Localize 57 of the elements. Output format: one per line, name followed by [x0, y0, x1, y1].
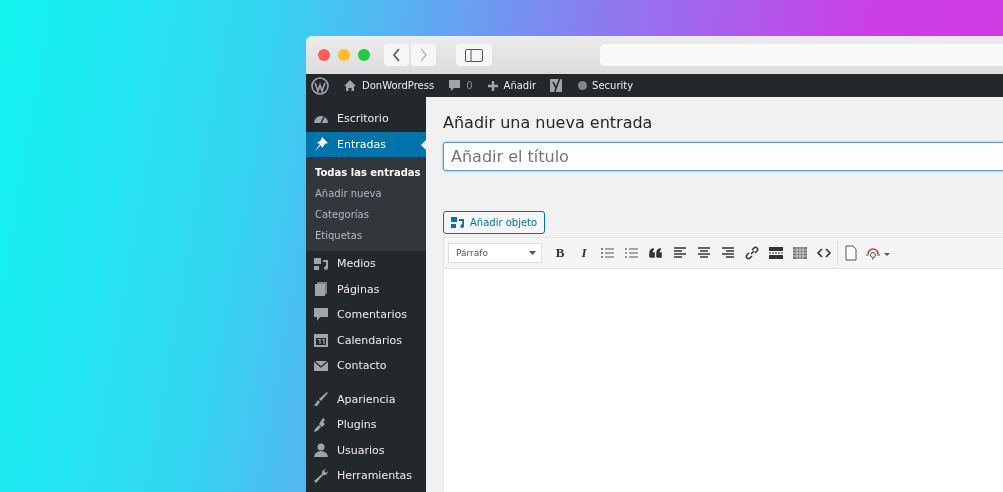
toolbar-icon	[843, 245, 859, 261]
toolbar-icon	[768, 245, 784, 261]
add-media-button[interactable]: Añadir objeto	[443, 211, 546, 234]
italic-button[interactable]: I	[572, 241, 596, 265]
sidebar-item[interactable]: Escritorio	[306, 106, 426, 132]
sidebar-item[interactable]: Plugins	[306, 412, 426, 438]
plus-icon[interactable]	[486, 79, 499, 92]
toolbar-icon	[744, 245, 760, 261]
sidebar-item[interactable]: Entradas	[306, 131, 426, 157]
sidebar-item[interactable]: Usuarios	[306, 437, 426, 463]
sidebar-item[interactable]: Comentarios	[306, 302, 426, 328]
format-dropdown[interactable]: Párrafo	[448, 243, 542, 263]
page-heading: Añadir una nueva entrada	[443, 113, 653, 132]
sidebar-item[interactable]: Contacto	[306, 353, 426, 379]
calendar-icon	[313, 332, 329, 349]
home-icon[interactable]	[343, 79, 357, 92]
toolbar-icon	[648, 245, 664, 261]
chevron-left-icon	[392, 48, 401, 62]
sidebar-item[interactable]: Medios	[306, 251, 426, 277]
sidebar-item[interactable]: Páginas	[306, 276, 426, 302]
submenu-item[interactable]: Añadir nueva	[306, 183, 426, 204]
admin-bar-link[interactable]: DonWordPress	[362, 80, 435, 91]
brush-icon	[313, 391, 329, 408]
sidebar-toggle-button[interactable]	[456, 44, 492, 66]
user-icon	[313, 442, 329, 459]
submenu-item[interactable]: Todas las entradas	[306, 162, 426, 183]
toolbar-icon	[624, 245, 640, 261]
admin-bar-link[interactable]: Añadir	[503, 80, 537, 91]
sidebar-icon	[465, 48, 483, 62]
wrench-icon	[313, 467, 329, 484]
wp-logo-icon[interactable]	[311, 76, 329, 95]
sidebar-item[interactable]: Calendarios	[306, 327, 426, 353]
comment-icon	[313, 306, 329, 323]
media-icon	[451, 216, 465, 229]
status-dot-icon	[578, 81, 588, 90]
bold-button[interactable]: B	[548, 241, 572, 265]
admin-bar-link[interactable]: 0	[466, 80, 473, 91]
y-logo-icon[interactable]	[550, 78, 565, 93]
sidebar-item[interactable]: Herramientas	[306, 463, 426, 489]
toolbar-icon	[600, 245, 616, 261]
dropdown-caret-icon	[529, 251, 536, 255]
admin-bar-link[interactable]: Security	[592, 80, 634, 91]
submenu-item[interactable]: Categorías	[306, 204, 426, 225]
toolbar-icon	[865, 245, 891, 261]
submenu-item[interactable]: Etiquetas	[306, 225, 426, 246]
title-field[interactable]: Añadir el título	[443, 142, 1003, 171]
pages-icon	[313, 281, 329, 298]
speech-bubble-icon[interactable]	[448, 79, 462, 92]
toolbar-icon	[792, 245, 808, 261]
pin-icon	[313, 136, 329, 153]
toolbar-icon	[672, 245, 688, 261]
media-icon	[313, 255, 329, 272]
sidebar-item[interactable]: Apariencia	[306, 386, 426, 412]
chevron-right-icon	[419, 48, 428, 62]
back-button[interactable]	[384, 44, 409, 66]
toolbar-icon	[696, 245, 712, 261]
toolbar-icon	[720, 245, 736, 261]
